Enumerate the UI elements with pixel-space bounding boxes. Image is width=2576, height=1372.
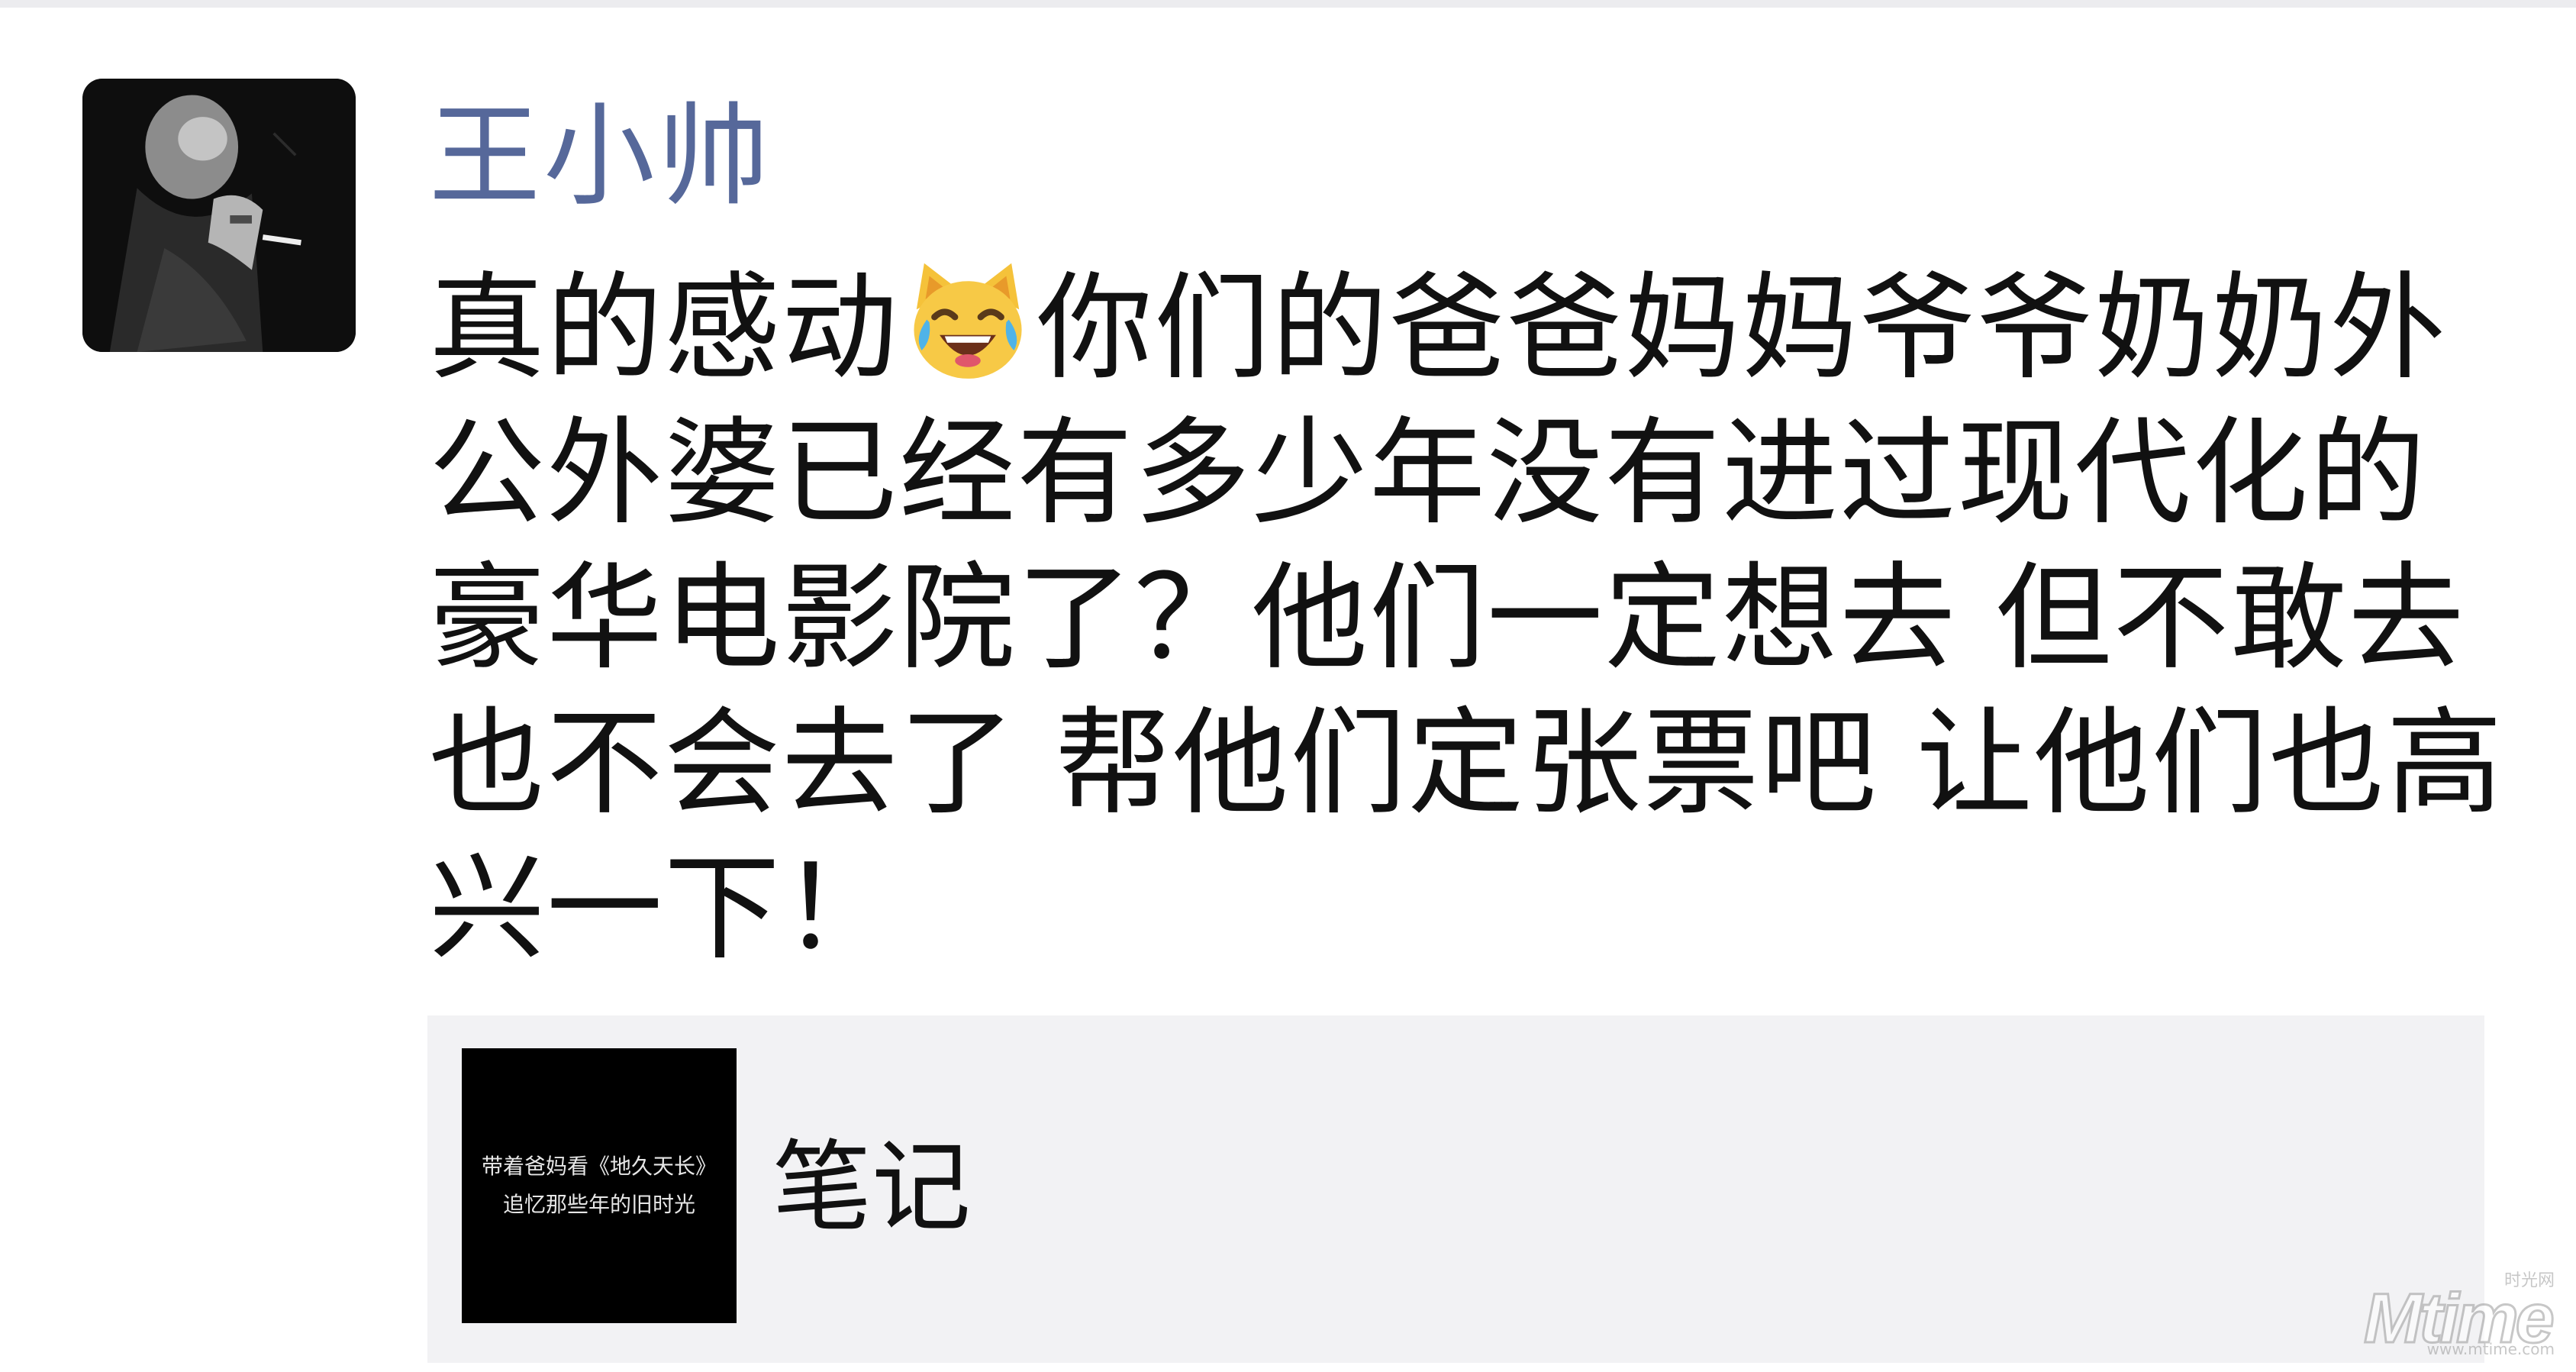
watermark-url: www.mtime.com — [2426, 1340, 2555, 1358]
post-content: 真的感动 你们的爸爸妈妈爷爷奶奶外公外婆已经有多少年没有进过现代化的豪华电影院了… — [429, 256, 2520, 981]
author-name[interactable]: 王小帅 — [429, 92, 772, 221]
moments-post: 王小帅 真的感动 你们的爸爸妈妈爷爷奶奶外公外婆已经有多少年没有进过现代化的豪华… — [0, 0, 2576, 1372]
mtime-watermark: 时光网 Mtime www.mtime.com — [2363, 1267, 2556, 1358]
joy-cat-emoji-icon — [904, 258, 1032, 386]
share-title: 笔记 — [772, 1129, 972, 1245]
post-text-before-emoji: 真的感动 — [429, 260, 899, 395]
shared-note-card[interactable]: 带着爸妈看《地久天长》 追忆那些年的旧时光 笔记 — [427, 1015, 2484, 1363]
thumbnail-line-1: 带着爸妈看《地久天长》 — [481, 1154, 717, 1179]
person-smoking-avatar-icon — [82, 79, 356, 352]
share-thumbnail: 带着爸妈看《地久天长》 追忆那些年的旧时光 — [462, 1048, 737, 1323]
thumbnail-line-2: 追忆那些年的旧时光 — [502, 1192, 695, 1217]
author-avatar[interactable] — [82, 79, 356, 352]
